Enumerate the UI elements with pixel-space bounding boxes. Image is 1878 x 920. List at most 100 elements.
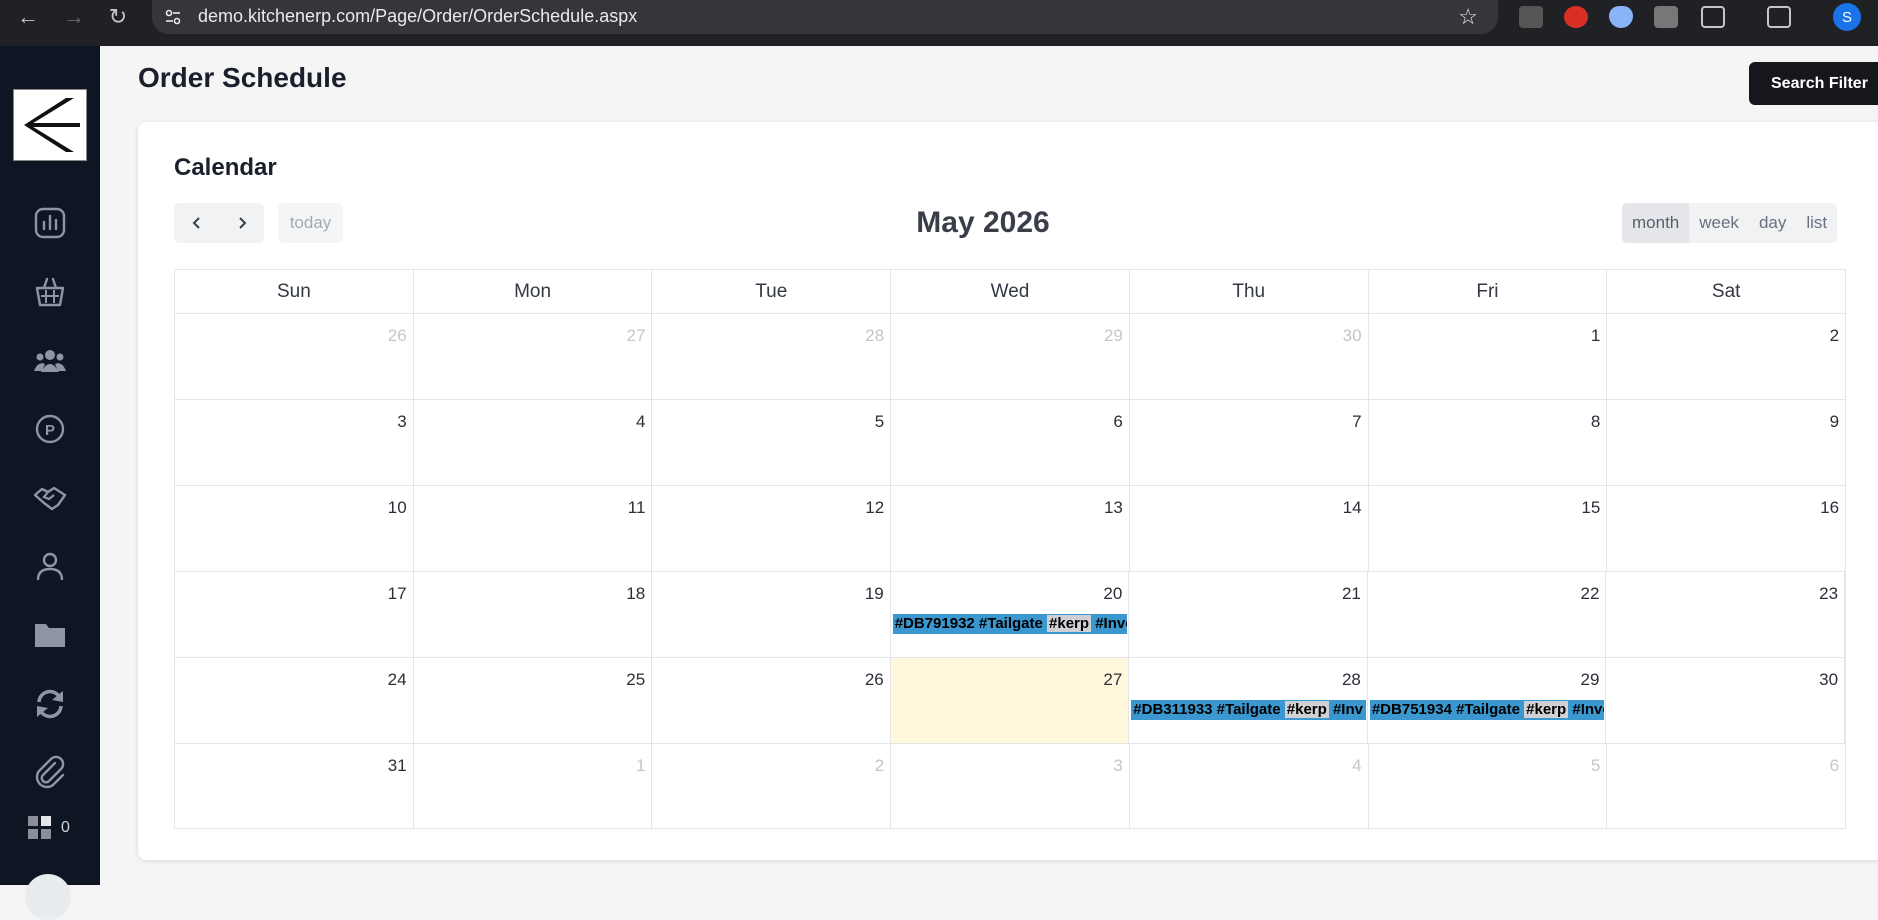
day-number[interactable]: 30 bbox=[1343, 326, 1362, 346]
day-cell[interactable]: 30 bbox=[1130, 314, 1369, 399]
day-cell[interactable]: 21 bbox=[1129, 572, 1368, 657]
paperclip-icon[interactable] bbox=[30, 752, 70, 792]
day-number[interactable]: 27 bbox=[627, 326, 646, 346]
parking-icon[interactable]: P bbox=[30, 409, 70, 449]
day-number[interactable]: 17 bbox=[388, 584, 407, 604]
day-cell[interactable]: 8 bbox=[1369, 400, 1608, 485]
day-number[interactable]: 2 bbox=[1830, 326, 1839, 346]
extension-icon[interactable] bbox=[1654, 6, 1678, 28]
day-number[interactable]: 3 bbox=[1113, 756, 1122, 776]
day-number[interactable]: 23 bbox=[1819, 584, 1838, 604]
day-cell[interactable]: 30 bbox=[1606, 658, 1846, 743]
folder-icon[interactable] bbox=[30, 615, 70, 655]
day-number[interactable]: 30 bbox=[1819, 670, 1838, 690]
bookmark-star-icon[interactable]: ☆ bbox=[1458, 4, 1478, 30]
day-cell[interactable]: 28 bbox=[652, 314, 892, 399]
day-number[interactable]: 29 bbox=[1581, 670, 1600, 690]
day-cell[interactable]: 26 bbox=[175, 314, 414, 399]
logo[interactable] bbox=[13, 89, 87, 161]
day-cell[interactable]: 13 bbox=[891, 486, 1130, 571]
day-cell[interactable]: 26 bbox=[652, 658, 891, 743]
day-number[interactable]: 14 bbox=[1343, 498, 1362, 518]
view-day-button[interactable]: day bbox=[1749, 203, 1796, 243]
day-number[interactable]: 7 bbox=[1352, 412, 1361, 432]
day-cell[interactable]: 18 bbox=[414, 572, 653, 657]
day-number[interactable]: 5 bbox=[1591, 756, 1600, 776]
refresh-icon[interactable] bbox=[30, 684, 70, 724]
day-number[interactable]: 6 bbox=[1830, 756, 1839, 776]
day-cell[interactable]: 4 bbox=[414, 400, 653, 485]
user-icon[interactable] bbox=[30, 546, 70, 586]
day-cell[interactable]: 23 bbox=[1606, 572, 1846, 657]
view-week-button[interactable]: week bbox=[1689, 203, 1749, 243]
day-cell[interactable]: 5 bbox=[1369, 744, 1608, 828]
day-number[interactable]: 2 bbox=[875, 756, 884, 776]
day-number[interactable]: 28 bbox=[865, 326, 884, 346]
day-number[interactable]: 26 bbox=[388, 326, 407, 346]
day-cell[interactable]: 16 bbox=[1607, 486, 1845, 571]
day-number[interactable]: 3 bbox=[397, 412, 406, 432]
day-cell[interactable]: 6 bbox=[1607, 744, 1845, 828]
day-cell[interactable]: 1 bbox=[1369, 314, 1608, 399]
calendar-event[interactable]: #DB311933 #Tailgate #kerp #Inv bbox=[1131, 700, 1366, 720]
apps-counter[interactable]: 0 bbox=[28, 816, 70, 839]
day-cell[interactable]: 19 bbox=[652, 572, 891, 657]
day-number[interactable]: 1 bbox=[636, 756, 645, 776]
search-filter-button[interactable]: Search Filter bbox=[1749, 62, 1878, 105]
day-cell[interactable]: 24 bbox=[175, 658, 414, 743]
day-number[interactable]: 24 bbox=[388, 670, 407, 690]
day-cell[interactable]: 2 bbox=[1607, 314, 1845, 399]
day-cell[interactable]: 3 bbox=[175, 400, 414, 485]
day-number[interactable]: 21 bbox=[1342, 584, 1361, 604]
day-number[interactable]: 16 bbox=[1820, 498, 1839, 518]
site-info-icon[interactable] bbox=[164, 8, 182, 26]
day-cell[interactable]: 15 bbox=[1369, 486, 1608, 571]
day-number[interactable]: 4 bbox=[636, 412, 645, 432]
day-number[interactable]: 1 bbox=[1591, 326, 1600, 346]
day-cell[interactable]: 3 bbox=[891, 744, 1130, 828]
calendar-event[interactable]: #DB751934 #Tailgate #kerp #Invoice bbox=[1369, 700, 1605, 720]
day-cell[interactable]: 12 bbox=[652, 486, 892, 571]
day-number[interactable]: 10 bbox=[388, 498, 407, 518]
tab-search-icon[interactable] bbox=[1767, 6, 1791, 28]
day-cell[interactable]: 9 bbox=[1607, 400, 1845, 485]
day-cell[interactable]: 22 bbox=[1368, 572, 1607, 657]
day-cell[interactable]: 31 bbox=[175, 744, 414, 828]
day-number[interactable]: 29 bbox=[1104, 326, 1123, 346]
day-cell[interactable]: 14 bbox=[1130, 486, 1369, 571]
user-avatar[interactable] bbox=[25, 874, 71, 920]
day-cell[interactable]: 17 bbox=[175, 572, 414, 657]
day-cell[interactable]: 7 bbox=[1130, 400, 1369, 485]
extension-icon[interactable] bbox=[1519, 6, 1543, 28]
day-cell[interactable]: 25 bbox=[414, 658, 653, 743]
day-number[interactable]: 27 bbox=[1103, 670, 1122, 690]
calendar-event[interactable]: #DB791932 #Tailgate #kerp #Invoice bbox=[892, 614, 1128, 634]
handshake-icon[interactable] bbox=[30, 478, 70, 518]
day-number[interactable]: 5 bbox=[875, 412, 884, 432]
day-number[interactable]: 25 bbox=[626, 670, 645, 690]
shield-extension-icon[interactable] bbox=[1609, 6, 1633, 28]
puzzle-extensions-icon[interactable] bbox=[1701, 6, 1725, 28]
day-number[interactable]: 4 bbox=[1352, 756, 1361, 776]
day-number[interactable]: 28 bbox=[1342, 670, 1361, 690]
day-number[interactable]: 20 bbox=[1103, 584, 1122, 604]
day-number[interactable]: 11 bbox=[628, 498, 646, 518]
day-cell[interactable]: 27 bbox=[414, 314, 653, 399]
profile-avatar[interactable]: S bbox=[1833, 3, 1861, 31]
view-month-button[interactable]: month bbox=[1622, 203, 1690, 243]
day-number[interactable]: 26 bbox=[865, 670, 884, 690]
day-number[interactable]: 9 bbox=[1830, 412, 1839, 432]
users-icon[interactable] bbox=[30, 341, 70, 381]
day-cell[interactable]: 29 bbox=[891, 314, 1130, 399]
adblock-extension-icon[interactable] bbox=[1564, 6, 1588, 28]
address-bar[interactable]: demo.kitchenerp.com/Page/Order/OrderSche… bbox=[152, 0, 1498, 34]
back-icon[interactable]: ← bbox=[14, 0, 42, 33]
day-cell[interactable]: 2 bbox=[652, 744, 892, 828]
day-number[interactable]: 6 bbox=[1113, 412, 1122, 432]
day-number[interactable]: 8 bbox=[1591, 412, 1600, 432]
day-cell[interactable]: 6 bbox=[891, 400, 1130, 485]
day-cell-today[interactable]: 27 bbox=[890, 658, 1130, 743]
day-number[interactable]: 15 bbox=[1581, 498, 1600, 518]
day-cell[interactable]: 4 bbox=[1130, 744, 1369, 828]
day-cell[interactable]: 5 bbox=[652, 400, 892, 485]
